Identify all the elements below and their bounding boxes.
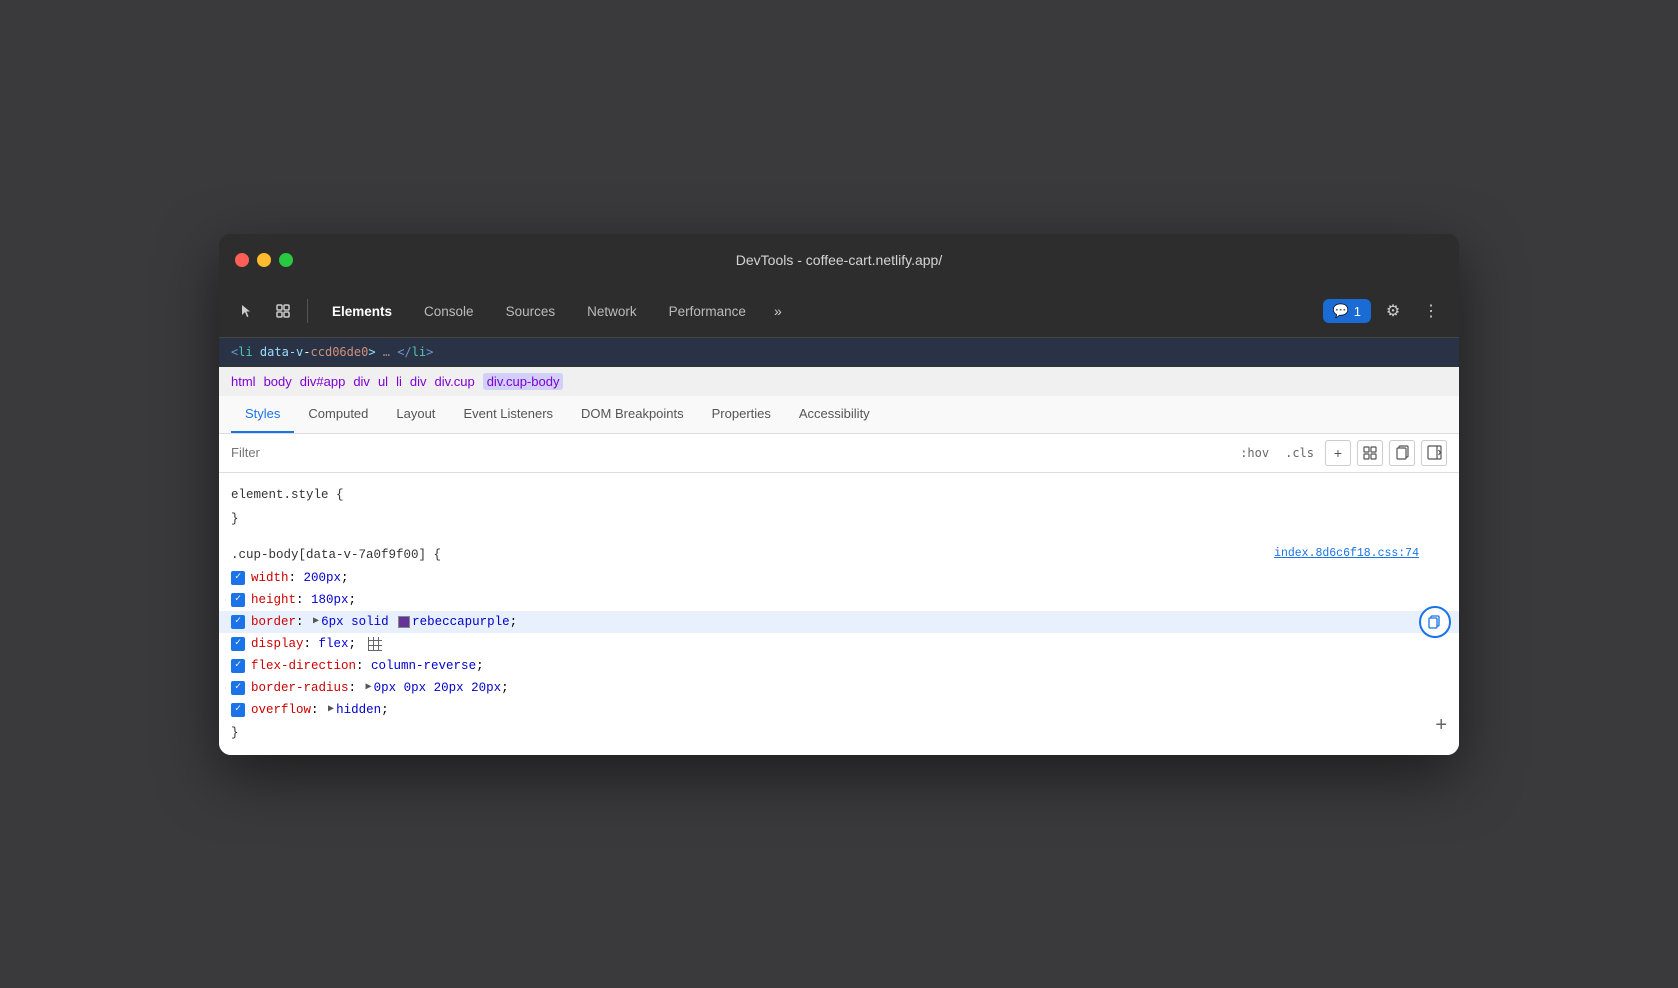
breadcrumb-divcupbody[interactable]: div.cup-body [483, 373, 564, 390]
computed-styles-icon[interactable] [1357, 440, 1383, 466]
breadcrumb-html[interactable]: html [231, 374, 256, 389]
breadcrumb-div2[interactable]: div [410, 374, 427, 389]
css-prop-flex-direction: flex-direction : column-reverse ; [219, 655, 1459, 677]
checkbox-display[interactable] [231, 637, 245, 651]
breadcrumb-divapp[interactable]: div#app [300, 374, 346, 389]
chat-icon: 💬 [1333, 303, 1349, 319]
element-style-closing: } [219, 507, 1459, 531]
breadcrumb-div[interactable]: div [353, 374, 370, 389]
chat-badge-button[interactable]: 💬 1 [1323, 299, 1371, 323]
toolbar-divider [307, 299, 308, 323]
main-toolbar: Elements Console Sources Network Perform… [219, 286, 1459, 338]
subtab-properties[interactable]: Properties [698, 396, 785, 433]
toggle-sidebar-button[interactable] [1421, 440, 1447, 466]
checkbox-flex-direction[interactable] [231, 659, 245, 673]
checkbox-overflow[interactable] [231, 703, 245, 717]
checkbox-border[interactable] [231, 615, 245, 629]
styles-panel: Styles Computed Layout Event Listeners D… [219, 396, 1459, 755]
breadcrumb-li[interactable]: li [396, 374, 402, 389]
minimize-button[interactable] [257, 253, 271, 267]
subtab-accessibility[interactable]: Accessibility [785, 396, 884, 433]
css-prop-overflow: overflow : ▶ hidden ; [219, 699, 1459, 721]
badge-count: 1 [1354, 304, 1361, 319]
cup-body-rule-closing: } + [219, 721, 1459, 745]
hov-button[interactable]: :hov [1235, 444, 1274, 462]
add-rule-button[interactable]: + [1435, 714, 1447, 737]
element-style-selector: element.style { [219, 483, 1459, 507]
border-expand-arrow[interactable]: ▶ [313, 614, 319, 630]
more-tabs-button[interactable]: » [762, 295, 794, 327]
more-options-button[interactable]: ⋮ [1415, 295, 1447, 327]
css-prop-width: width : 200px ; [219, 567, 1459, 589]
titlebar: DevTools - coffee-cart.netlify.app/ [219, 234, 1459, 286]
tab-performance[interactable]: Performance [653, 295, 762, 327]
css-prop-display: display : flex ; [219, 633, 1459, 655]
toolbar-right: 💬 1 ⚙ ⋮ [1323, 295, 1447, 327]
cup-body-selector-line: .cup-body[data-v-7a0f9f00] { index.8d6c6… [219, 543, 1459, 567]
overflow-expand-arrow[interactable]: ▶ [328, 702, 334, 718]
subtab-styles[interactable]: Styles [231, 396, 294, 433]
top-element-row: <li data-v-ccd06de0> … </li> [219, 338, 1459, 367]
sub-tabs-bar: Styles Computed Layout Event Listeners D… [219, 396, 1459, 434]
subtab-dom-breakpoints[interactable]: DOM Breakpoints [567, 396, 698, 433]
border-radius-expand-arrow[interactable]: ▶ [366, 680, 372, 696]
subtab-layout[interactable]: Layout [382, 396, 449, 433]
filter-actions: :hov .cls + [1235, 440, 1447, 466]
tab-elements[interactable]: Elements [316, 295, 408, 327]
color-swatch-rebeccapurple[interactable] [398, 616, 410, 628]
layers-icon[interactable] [267, 295, 299, 327]
close-button[interactable] [235, 253, 249, 267]
filter-bar: :hov .cls + [219, 434, 1459, 473]
breadcrumb-body[interactable]: body [264, 374, 292, 389]
checkbox-height[interactable] [231, 593, 245, 607]
dom-breadcrumb: html body div#app div ul li div div.cup … [219, 367, 1459, 396]
traffic-lights [235, 253, 293, 267]
breadcrumb-ul[interactable]: ul [378, 374, 388, 389]
checkbox-border-radius[interactable] [231, 681, 245, 695]
filter-input[interactable] [231, 445, 1227, 460]
css-content: element.style { } .cup-body[data-v-7a0f9… [219, 473, 1459, 755]
window-title: DevTools - coffee-cart.netlify.app/ [736, 252, 942, 268]
cls-button[interactable]: .cls [1280, 444, 1319, 462]
cup-body-rule: .cup-body[data-v-7a0f9f00] { index.8d6c6… [219, 541, 1459, 747]
checkbox-width[interactable] [231, 571, 245, 585]
add-style-button[interactable]: + [1325, 440, 1351, 466]
tab-console[interactable]: Console [408, 295, 490, 327]
devtools-window: DevTools - coffee-cart.netlify.app/ Elem… [219, 234, 1459, 755]
subtab-computed[interactable]: Computed [294, 396, 382, 433]
cursor-icon[interactable] [231, 295, 263, 327]
subtab-event-listeners[interactable]: Event Listeners [449, 396, 567, 433]
css-prop-border: border : ▶ 6px solid rebeccapurple ; [219, 611, 1459, 633]
css-source-link[interactable]: index.8d6c6f18.css:74 [1274, 545, 1419, 563]
toolbar-tabs: Elements Console Sources Network Perform… [316, 295, 1319, 327]
copy-styles-button[interactable] [1389, 440, 1415, 466]
maximize-button[interactable] [279, 253, 293, 267]
css-prop-border-radius: border-radius : ▶ 0px 0px 20px 20px ; [219, 677, 1459, 699]
css-prop-height: height : 180px ; [219, 589, 1459, 611]
tab-network[interactable]: Network [571, 295, 653, 327]
tab-sources[interactable]: Sources [490, 295, 572, 327]
flex-grid-icon[interactable] [368, 637, 382, 651]
settings-icon-button[interactable]: ⚙ [1377, 295, 1409, 327]
element-style-rule: element.style { } [219, 481, 1459, 533]
breadcrumb-divcup[interactable]: div.cup [434, 374, 474, 389]
top-element-code: <li data-v-ccd06de0> … </li> [231, 345, 433, 359]
